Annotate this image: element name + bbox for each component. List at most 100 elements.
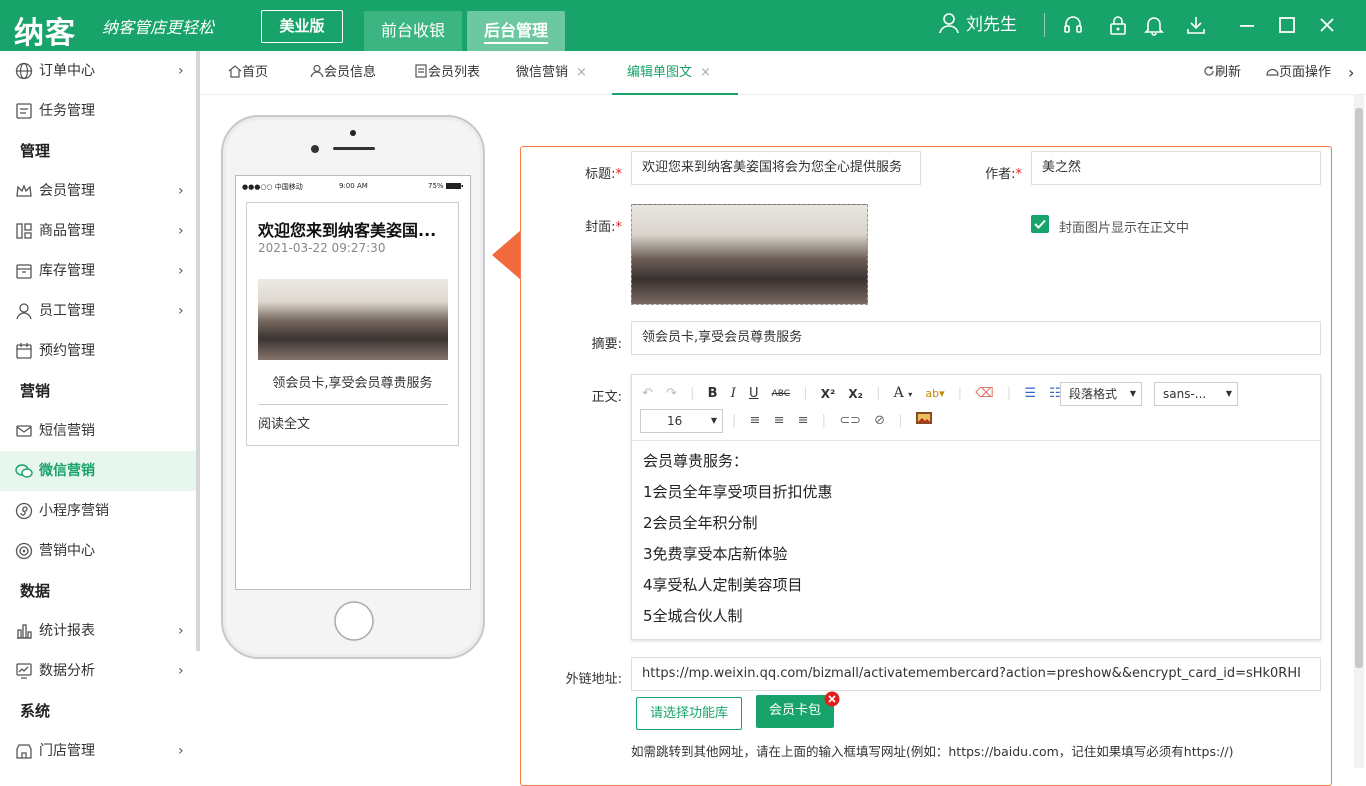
align-center-icon[interactable]: ≡ [774, 409, 785, 433]
article-preview-card[interactable]: 欢迎您来到纳客美姿国... 2021-03-22 09:27:30 领会员卡,享… [246, 202, 459, 446]
italic-button[interactable]: I [731, 383, 736, 405]
sidebar-item-orders[interactable]: 订单中心 › [0, 51, 196, 91]
toolbar-separator: | [1006, 386, 1012, 401]
preview-cover-image [258, 279, 448, 360]
page-tabs: 首页 会员信息 会员列表 微信营销 × 编辑单图文 × 刷新 页面操作 › [200, 51, 1366, 95]
sidebar-item-marketing-center[interactable]: 营销中心 [0, 531, 196, 571]
sidebar-item-booking[interactable]: 预约管理 [0, 331, 196, 371]
underline-button[interactable]: U [749, 383, 759, 405]
lock-icon[interactable] [1107, 14, 1129, 36]
user-menu[interactable]: 刘先生 [938, 0, 1017, 51]
summary-input[interactable]: 领会员卡,享受会员尊贵服务 [631, 321, 1321, 355]
list-icon [415, 64, 427, 78]
sidebar-item-miniprogram[interactable]: 小程序营销 [0, 491, 196, 531]
eraser-icon[interactable]: ⌫ [975, 383, 993, 405]
unlink-icon[interactable]: ⊘ [874, 409, 885, 433]
tab-wechat-marketing[interactable]: 微信营销 × [516, 51, 587, 95]
chevron-right-icon: › [178, 223, 184, 239]
inventory-icon [16, 264, 32, 279]
battery-icon [446, 183, 463, 189]
sidebar-item-label: 商品管理 [39, 223, 95, 239]
font-size-select[interactable]: 16 ▼ [640, 409, 723, 433]
superscript-button[interactable]: X² [821, 383, 836, 405]
undo-icon[interactable]: ↶ [642, 383, 653, 405]
highlight-color-icon[interactable]: ab▾ [925, 383, 944, 405]
sidebar-scrollbar[interactable] [196, 51, 200, 651]
sidebar-item-tasks[interactable]: 任务管理 [0, 91, 196, 131]
editor-body[interactable]: 会员尊贵服务： 1会员全年享受项目折扣优惠 2会员全年积分制 3免费享受本店新体… [632, 441, 1320, 639]
sidebar-item-wechat[interactable]: 微信营销 [0, 451, 196, 491]
sidebar-item-label: 微信营销 [39, 463, 95, 479]
sidebar-item-sms[interactable]: 短信营销 [0, 411, 196, 451]
minimize-icon[interactable] [1236, 14, 1258, 36]
maximize-icon[interactable] [1276, 14, 1298, 36]
page-operations-button[interactable]: 页面操作 [1266, 51, 1331, 95]
tab-member-info[interactable]: 会员信息 [310, 51, 376, 95]
select-function-library-button[interactable]: 请选择功能库 [636, 697, 742, 730]
sidebar-item-inventory[interactable]: 库存管理 › [0, 251, 196, 291]
link-icon[interactable]: ⊂⊃ [839, 409, 861, 433]
ordered-list-icon[interactable]: ☰ [1024, 383, 1036, 405]
close-icon[interactable] [1316, 14, 1338, 36]
sidebar-item-staff[interactable]: 员工管理 › [0, 291, 196, 331]
preview-read-more[interactable]: 阅读全文 [258, 413, 310, 432]
tab-member-list[interactable]: 会员列表 [414, 51, 480, 95]
tab-close-icon[interactable]: × [576, 65, 587, 80]
chevron-down-icon: ▼ [1225, 389, 1232, 398]
title-label-text: 标题: [585, 167, 616, 182]
tab-edit-article[interactable]: 编辑单图文 × [612, 51, 738, 95]
tab-home[interactable]: 首页 [228, 51, 268, 95]
required-mark: * [615, 167, 623, 182]
toolbar-separator: | [732, 413, 737, 428]
sidebar-item-members[interactable]: 会员管理 › [0, 171, 196, 211]
subscript-button[interactable]: X₂ [848, 383, 863, 405]
bell-icon[interactable] [1143, 14, 1165, 36]
download-icon[interactable] [1185, 14, 1207, 36]
edition-badge[interactable]: 美业版 [261, 10, 343, 43]
tab-close-icon[interactable]: × [700, 65, 711, 80]
main-scrollbar-thumb[interactable] [1355, 108, 1363, 668]
align-right-icon[interactable]: ≡ [798, 409, 809, 433]
refresh-button[interactable]: 刷新 [1203, 51, 1241, 95]
chevron-right-icon: › [178, 303, 184, 319]
sidebar-item-label: 员工管理 [39, 303, 95, 319]
font-family-select[interactable]: sans-... ▼ [1154, 382, 1238, 406]
cover-image-upload[interactable] [631, 204, 868, 305]
cover-show-checkbox[interactable] [1031, 215, 1049, 233]
redo-icon[interactable]: ↷ [666, 383, 677, 405]
sidebar-item-stores[interactable]: 门店管理 › [0, 731, 196, 771]
sidebar-item-products[interactable]: 商品管理 › [0, 211, 196, 251]
nav-back-office[interactable]: 后台管理 [467, 11, 565, 51]
bold-button[interactable]: B [708, 383, 718, 405]
editor-line: 2会员全年积分制 [643, 514, 758, 532]
cover-show-label: 封面图片显示在正文中 [1059, 221, 1190, 236]
member-card-button[interactable]: 会员卡包 [756, 695, 834, 728]
phone-speaker-icon [311, 145, 375, 153]
remove-badge-icon[interactable] [824, 691, 840, 707]
strikethrough-button[interactable]: ABC [772, 383, 790, 405]
title-input[interactable]: 欢迎您来到纳客美姿国将会为您全心提供服务 [631, 151, 921, 185]
headset-icon[interactable] [1062, 14, 1084, 36]
chevron-right-icon: › [178, 183, 184, 199]
paragraph-format-select[interactable]: 段落格式 ▼ [1060, 382, 1142, 406]
image-icon[interactable] [915, 409, 932, 433]
person-icon [16, 303, 32, 320]
editor-line: 5全城合伙人制 [643, 607, 743, 625]
nav-front-cashier[interactable]: 前台收银 [364, 11, 462, 51]
author-input[interactable]: 美之然 [1031, 151, 1321, 185]
user-icon [939, 13, 959, 34]
products-icon [16, 223, 32, 239]
font-color-button[interactable]: A ▾ [894, 382, 913, 406]
target-icon [15, 542, 33, 560]
sidebar-item-analysis[interactable]: 数据分析 › [0, 651, 196, 691]
sidebar-item-reports[interactable]: 统计报表 › [0, 611, 196, 651]
font-family-value: sans-... [1163, 387, 1207, 401]
app-logo: 纳客 [14, 16, 76, 51]
link-input[interactable]: https://mp.weixin.qq.com/bizmall/activat… [631, 657, 1321, 691]
calendar-icon [16, 343, 32, 359]
tabs-more-chevron-icon[interactable]: › [1348, 51, 1354, 95]
phone-home-button-icon [334, 601, 374, 641]
align-left-icon[interactable]: ≡ [750, 409, 761, 433]
sidebar-item-label: 预约管理 [39, 343, 95, 359]
sidebar: 订单中心 › 任务管理 管理 会员管理 › 商品管理 › 库存管理 › 员工管理… [0, 51, 196, 768]
